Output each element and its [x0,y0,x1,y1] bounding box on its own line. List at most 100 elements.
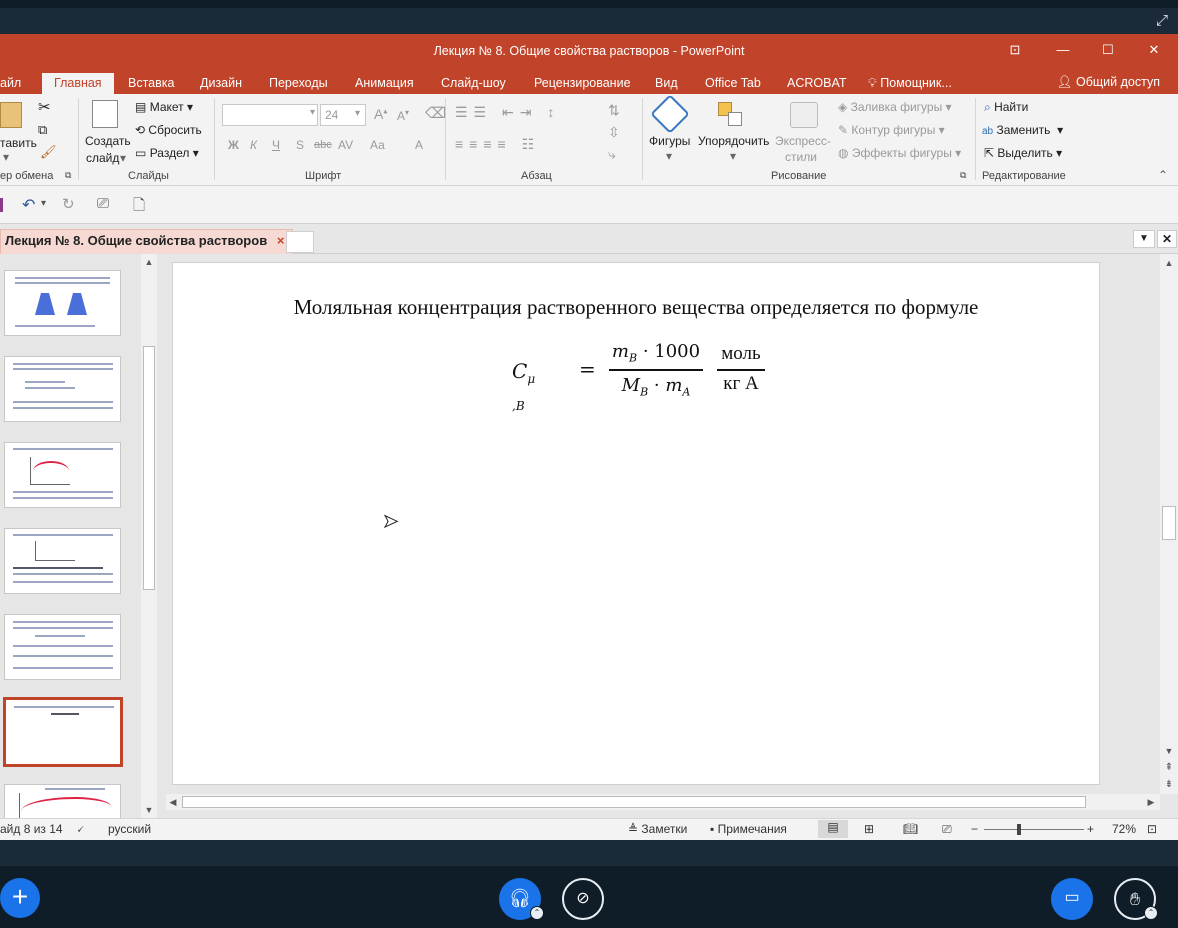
new-slide-dropdown-icon[interactable]: ▾ [120,151,126,165]
paste-label[interactable]: тавить [0,136,37,150]
new-tab-button[interactable] [286,231,314,253]
zoom-slider-track[interactable] [984,829,1084,830]
layout-button[interactable]: ▤ Макет ▾ [135,100,193,114]
bold-button[interactable]: Ж [228,138,239,152]
collapse-ribbon-icon[interactable]: ⌃ [1158,168,1168,182]
arrange-dropdown-icon[interactable]: ▾ [730,149,736,163]
align-text-icon[interactable]: ⇳ [608,124,620,141]
strikethrough-button[interactable]: abc [314,139,332,151]
tab-list-dropdown-icon[interactable]: ▼ [1133,230,1155,248]
slideshow-from-start-icon[interactable]: ⎚ [97,195,109,212]
reading-view-icon[interactable]: 📖︎ [903,822,918,836]
alignment-buttons[interactable]: ≡≡≡≡ ☷ [455,136,540,153]
zoom-in-button[interactable]: + [1087,822,1094,836]
list-buttons[interactable]: ☰☰ ⇤⇥ ↕ [455,104,560,121]
tab-file[interactable]: айл [0,73,21,94]
zoom-slider-thumb[interactable] [1017,824,1021,835]
tab-design[interactable]: Дизайн [200,73,242,94]
undo-dropdown-icon[interactable]: ▾ [41,198,46,209]
new-document-icon[interactable]: 🗋︎ [133,195,145,220]
doc-tab-lecture-8[interactable]: Лекция № 8. Общие свойства растворов × [0,229,294,254]
tab-transitions[interactable]: Переходы [269,73,328,94]
tab-insert[interactable]: Вставка [128,73,174,94]
previous-slide-icon[interactable]: ⇞ [1160,761,1178,775]
shape-fill-button[interactable]: ◈ Заливка фигуры ▾ [838,100,952,114]
scroll-up-icon[interactable]: ▲ [141,254,157,270]
slideshow-icon[interactable]: ⎚ [942,822,952,837]
slide-thumbnail[interactable] [4,356,121,422]
comments-button[interactable]: ▪ Примечания [710,822,787,836]
tab-home[interactable]: Главная [42,73,114,94]
slide-thumbnail[interactable] [4,614,121,680]
font-size-input[interactable]: 24 ▾ [320,104,366,126]
thumbnails-scrollbar[interactable]: ▲ ▼ [141,254,157,818]
zoom-out-button[interactable]: − [971,822,978,836]
text-direction-icon[interactable]: ⇅ [608,102,620,119]
ribbon-display-options-icon[interactable]: ⊡ [1002,40,1028,60]
close-button[interactable]: ✕ [1141,40,1167,60]
shadow-button[interactable]: S [296,138,304,152]
fullscreen-icon[interactable]: ⤢ [1152,11,1172,31]
close-tab-icon[interactable]: × [277,233,285,248]
quick-styles-icon[interactable] [790,102,818,128]
clear-formatting-icon[interactable]: ⌫ [425,104,446,122]
shapes-icon[interactable] [650,94,690,134]
slide-horizontal-scrollbar[interactable]: ◀ ▶ [166,794,1160,810]
slide-canvas[interactable]: Моляльная концентрация растворенного вещ… [172,262,1100,785]
paste-dropdown-icon[interactable]: ▾ [3,150,9,164]
share-button[interactable]: 👤︎ Общий доступ [1057,72,1160,92]
quick-styles-label[interactable]: Экспресс- [775,134,831,148]
slide-thumbnail[interactable] [4,442,121,508]
smartart-icon[interactable]: ⤷ [608,146,616,163]
char-spacing-button[interactable]: AV [338,138,353,152]
select-button[interactable]: ⇱ Выделить ▾ [984,146,1062,160]
scroll-down-icon[interactable]: ▼ [141,802,157,818]
shapes-label[interactable]: Фигуры [649,134,690,148]
fit-to-window-icon[interactable]: ⊡ [1147,822,1157,836]
close-all-tabs-icon[interactable]: ✕ [1157,230,1177,248]
reset-button[interactable]: ⟲ Сбросить [135,123,202,137]
tab-assistant[interactable]: 💡︎ Помощник... [868,73,952,94]
new-slide-label-2[interactable]: слайд [86,151,119,165]
audio-options-icon[interactable]: ⌃ [530,906,544,920]
underline-button[interactable]: Ч [272,138,280,152]
scroll-up-icon[interactable]: ▲ [1160,256,1178,270]
horizontal-scroll-thumb[interactable] [182,796,1086,808]
camera-off-icon[interactable]: ⊘ [562,878,604,920]
language-indicator[interactable]: русский [108,822,151,836]
undo-icon[interactable]: ↶ [22,195,35,215]
font-family-input[interactable] [222,104,318,126]
add-button[interactable]: + [0,878,40,918]
tab-view[interactable]: Вид [655,73,678,94]
normal-view-icon[interactable]: ▤ [818,820,848,838]
arrange-label[interactable]: Упорядочить [698,134,769,148]
save-icon[interactable] [0,198,3,212]
next-slide-icon[interactable]: ⇟ [1160,778,1178,792]
spellcheck-icon[interactable]: 🗸︎ [76,822,84,837]
font-color-button[interactable]: А [415,138,423,152]
quick-styles-label-2[interactable]: стили [785,150,817,164]
copy-icon[interactable]: ⧉ [38,122,47,138]
tab-office-tab[interactable]: Office Tab [705,73,761,94]
italic-button[interactable]: К [250,138,257,152]
cut-icon[interactable]: ✂ [38,98,51,116]
clipboard-launcher-icon[interactable]: ⧉ [65,170,71,181]
tab-review[interactable]: Рецензирование [534,73,631,94]
slide-vertical-scrollbar[interactable]: ▲ ▼ ⇞ ⇟ [1160,254,1178,794]
drawing-launcher-icon[interactable]: ⧉ [960,170,966,181]
new-slide-label[interactable]: Создать [85,134,131,148]
thumbnails-scroll-thumb[interactable] [143,346,155,590]
replace-button[interactable]: ab Заменить ▾ [982,123,1063,137]
format-painter-icon[interactable]: 🖌︎ [40,144,57,160]
redo-icon[interactable]: ↻ [62,195,75,213]
change-case-button[interactable]: Аа [370,138,385,152]
scroll-left-icon[interactable]: ◀ [166,794,180,810]
slide-sorter-icon[interactable]: ⊞ [864,822,874,836]
shape-outline-button[interactable]: ✎ Контур фигуры ▾ [838,123,945,137]
shapes-dropdown-icon[interactable]: ▾ [666,149,672,163]
section-button[interactable]: ▭ Раздел ▾ [135,146,199,160]
paste-icon[interactable] [0,102,22,128]
slide-thumbnails-pane[interactable]: ▲ ▼ [0,254,158,824]
new-slide-icon[interactable] [92,100,118,128]
tab-acrobat[interactable]: ACROBAT [787,73,847,94]
